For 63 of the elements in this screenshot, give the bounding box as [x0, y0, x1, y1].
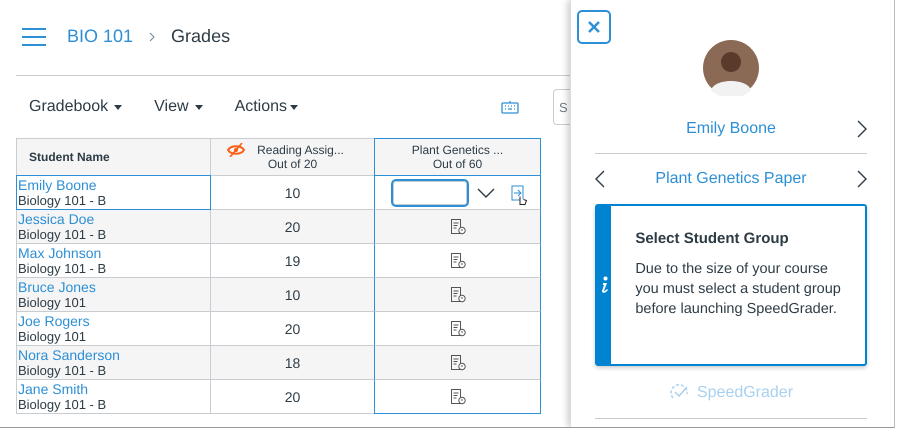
chevron-right-icon: [149, 32, 156, 42]
grade-cell[interactable]: 18: [210, 345, 375, 380]
grade-cell[interactable]: [374, 175, 541, 210]
hand-cursor-icon: [519, 196, 527, 205]
points-possible: Out of 60: [432, 157, 482, 171]
keyboard-icon[interactable]: [501, 100, 519, 114]
document-icon: [450, 354, 466, 370]
section-name: Biology 101: [18, 328, 86, 344]
page-title: Grades: [171, 26, 230, 47]
avatar: [703, 40, 759, 96]
chevron-down-icon: [477, 188, 495, 198]
grade-cell[interactable]: [374, 311, 541, 346]
caret-icon: [290, 104, 298, 110]
alert-message: Due to the size of your course you must select a student group before launching SpeedGrader.: [635, 260, 842, 319]
student-name-link[interactable]: Joe Rogers: [18, 312, 90, 328]
header-cell[interactable]: Plant Genetics ... Out of 60: [374, 138, 541, 176]
course-link[interactable]: BIO 101: [67, 26, 134, 47]
section-name: Biology 101: [18, 294, 86, 310]
student-name-link[interactable]: Emily Boone: [18, 176, 97, 192]
caret-icon: [194, 104, 203, 110]
grade-cell[interactable]: [374, 209, 541, 244]
student-name-link[interactable]: Jane Smith: [18, 380, 88, 396]
grade-cell[interactable]: 20: [210, 209, 375, 244]
document-icon: [450, 388, 466, 404]
grade-cell[interactable]: [374, 243, 541, 278]
assignment-name: Plant Genetics Paper: [655, 170, 807, 188]
menu-button[interactable]: Actions: [234, 98, 298, 116]
document-icon: [450, 218, 466, 234]
section-name: Biology 101 - B: [18, 260, 106, 276]
points-possible: Out of 20: [268, 157, 318, 171]
grade-menu-button[interactable]: [477, 188, 495, 198]
chevron-left-icon[interactable]: [595, 170, 605, 188]
open-tray-button[interactable]: [511, 184, 524, 200]
chevron-right-icon[interactable]: [856, 170, 867, 188]
document-icon: [450, 286, 466, 302]
section-name: Biology 101 - B: [18, 192, 106, 208]
alert-title: Select Student Group: [635, 230, 790, 247]
grade-cell[interactable]: 10: [210, 277, 375, 312]
grade-cell[interactable]: [374, 379, 541, 414]
column-header[interactable]: Plant Genetics ...: [412, 143, 504, 157]
document-icon: [450, 252, 466, 268]
arrow-box-icon: [511, 184, 524, 200]
section-name: Biology 101 - B: [18, 226, 106, 242]
chevron-right-icon[interactable]: [856, 120, 867, 138]
student-name: Emily Boone: [686, 120, 776, 138]
grade-cell[interactable]: [374, 345, 541, 380]
search-field[interactable]: S: [553, 89, 570, 125]
grade-cell[interactable]: [374, 277, 541, 312]
caret-icon: [114, 104, 122, 110]
menu-button[interactable]: View: [154, 98, 203, 116]
menu-icon[interactable]: [21, 28, 47, 46]
section-name: Biology 101 - B: [18, 396, 106, 412]
student-name-link[interactable]: Max Johnson: [18, 244, 102, 260]
column-header: Student Name: [29, 150, 110, 164]
info-icon: [599, 276, 610, 294]
grade-input[interactable]: [391, 178, 469, 206]
close-icon: [588, 21, 600, 33]
menu-button[interactable]: Gradebook: [29, 98, 122, 116]
close-button[interactable]: [577, 10, 611, 44]
document-icon: [450, 320, 466, 336]
column-header[interactable]: Reading Assig...: [257, 143, 344, 157]
section-name: Biology 101 - B: [18, 362, 106, 378]
header-cell[interactable]: Reading Assig... Out of 20: [210, 138, 375, 176]
